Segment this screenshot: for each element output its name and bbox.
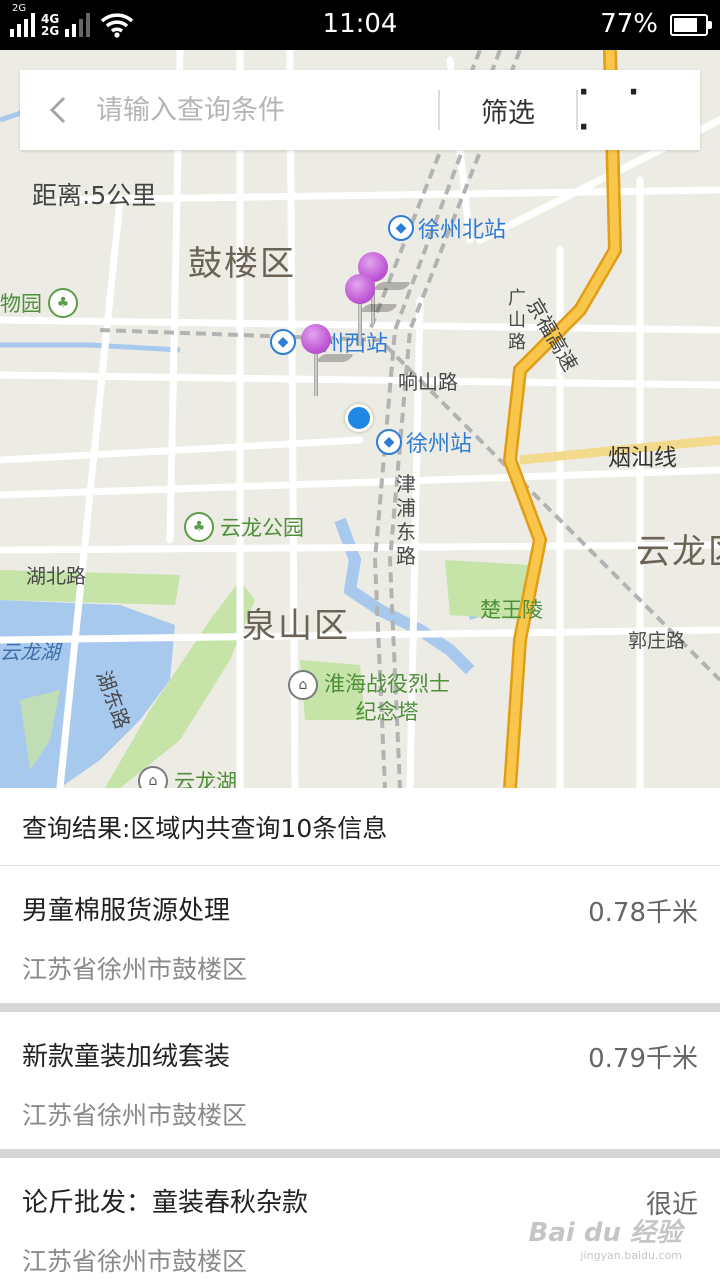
result-title: 男童棉服货源处理 — [22, 896, 231, 926]
watermark-url: jingyan.baidu.com — [580, 1249, 682, 1262]
district-label-quanshan: 泉山区 — [242, 606, 350, 646]
poi-label: 云龙湖 — [174, 770, 237, 788]
result-distance: 0.78千米 — [588, 898, 698, 928]
poi-yunlong-park[interactable]: ♣ 云龙公园 — [184, 512, 304, 542]
lake-label: 云龙湖 — [0, 640, 60, 664]
filter-button[interactable]: 筛选 — [440, 70, 576, 150]
current-location-icon[interactable] — [345, 404, 373, 432]
search-bar: 筛选 · · · — [20, 70, 700, 150]
road-label: 响山路 — [398, 370, 458, 394]
results-summary: 查询结果:区域内共查询10条信息 — [0, 788, 720, 866]
train-station-icon: ◆ — [270, 329, 296, 355]
map-view[interactable]: 距离:5公里 鼓楼区 泉山区 云龙区 ◆徐州北站 ◆州西站 ◆徐州站 响山路 津… — [0, 50, 720, 788]
battery-percent: 77% — [600, 9, 658, 39]
watermark-brand: Bai du 经验 — [528, 1218, 683, 1248]
poi-label: 云龙公园 — [220, 516, 304, 540]
district-label-yunlong: 云龙区 — [636, 532, 720, 572]
distance-label: 距离:5公里 — [32, 181, 157, 210]
result-address: 江苏省徐州市鼓楼区 — [22, 1247, 248, 1276]
road-label: 郭庄路 — [628, 630, 686, 652]
park-icon: ♣ — [48, 288, 78, 318]
station-xuzhou-north[interactable]: ◆ 徐州北站 — [388, 212, 506, 244]
museum-icon: ⌂ — [288, 670, 318, 700]
poi-label: 物园 — [0, 292, 42, 316]
park-icon: ♣ — [184, 512, 214, 542]
search-input[interactable] — [96, 70, 438, 150]
more-options-button[interactable]: · · · — [578, 70, 700, 150]
poi-chuwangling[interactable]: 楚王陵 — [480, 594, 543, 624]
district-label-gulou: 鼓楼区 — [188, 244, 296, 284]
battery-icon — [670, 14, 712, 36]
result-title: 论斤批发：童装春秋杂款 — [22, 1188, 309, 1218]
station-label: 徐州站 — [406, 432, 473, 457]
poi-label: 淮海战役烈士纪念塔 — [324, 672, 450, 724]
watermark: Bai du 经验 jingyan.baidu.com — [529, 1212, 683, 1262]
train-station-icon: ◆ — [376, 429, 402, 455]
road-label: 广山路 — [508, 288, 526, 353]
back-button[interactable] — [20, 70, 96, 150]
result-address: 江苏省徐州市鼓楼区 — [22, 1101, 248, 1130]
result-item[interactable]: 男童棉服货源处理 0.78千米 江苏省徐州市鼓楼区 — [0, 866, 720, 1003]
train-station-icon: ◆ — [388, 215, 414, 241]
result-distance: 0.79千米 — [588, 1044, 698, 1074]
poi-zoo[interactable]: 物园 ♣ — [0, 288, 78, 318]
result-title: 新款童装加绒套装 — [22, 1042, 231, 1072]
road-label: 烟汕线 — [608, 445, 677, 471]
road-label: 湖北路 — [26, 564, 86, 588]
status-bar: 2G 4G 2G 11:04 77% — [0, 0, 720, 50]
map-pin[interactable] — [345, 274, 399, 349]
list-divider — [0, 1149, 720, 1158]
station-label: 徐州北站 — [418, 218, 507, 243]
museum-icon: ⌂ — [138, 766, 168, 788]
map-pin[interactable] — [301, 324, 355, 399]
river-left — [0, 342, 181, 353]
result-item[interactable]: 新款童装加绒套装 0.79千米 江苏省徐州市鼓楼区 — [0, 1012, 720, 1149]
chevron-left-icon — [49, 96, 66, 124]
road-label: 津浦东路 — [396, 472, 416, 568]
list-divider — [0, 1003, 720, 1012]
station-xuzhou[interactable]: ◆ 徐州站 — [376, 426, 472, 458]
results-panel: 查询结果:区域内共查询10条信息 男童棉服货源处理 0.78千米 江苏省徐州市鼓… — [0, 788, 720, 1280]
poi-memorial-tower[interactable]: ⌂ 淮海战役烈士纪念塔 — [288, 670, 450, 726]
poi-yunlong-lake[interactable]: ⌂ 云龙湖 — [138, 766, 237, 788]
result-address: 江苏省徐州市鼓楼区 — [22, 955, 248, 984]
